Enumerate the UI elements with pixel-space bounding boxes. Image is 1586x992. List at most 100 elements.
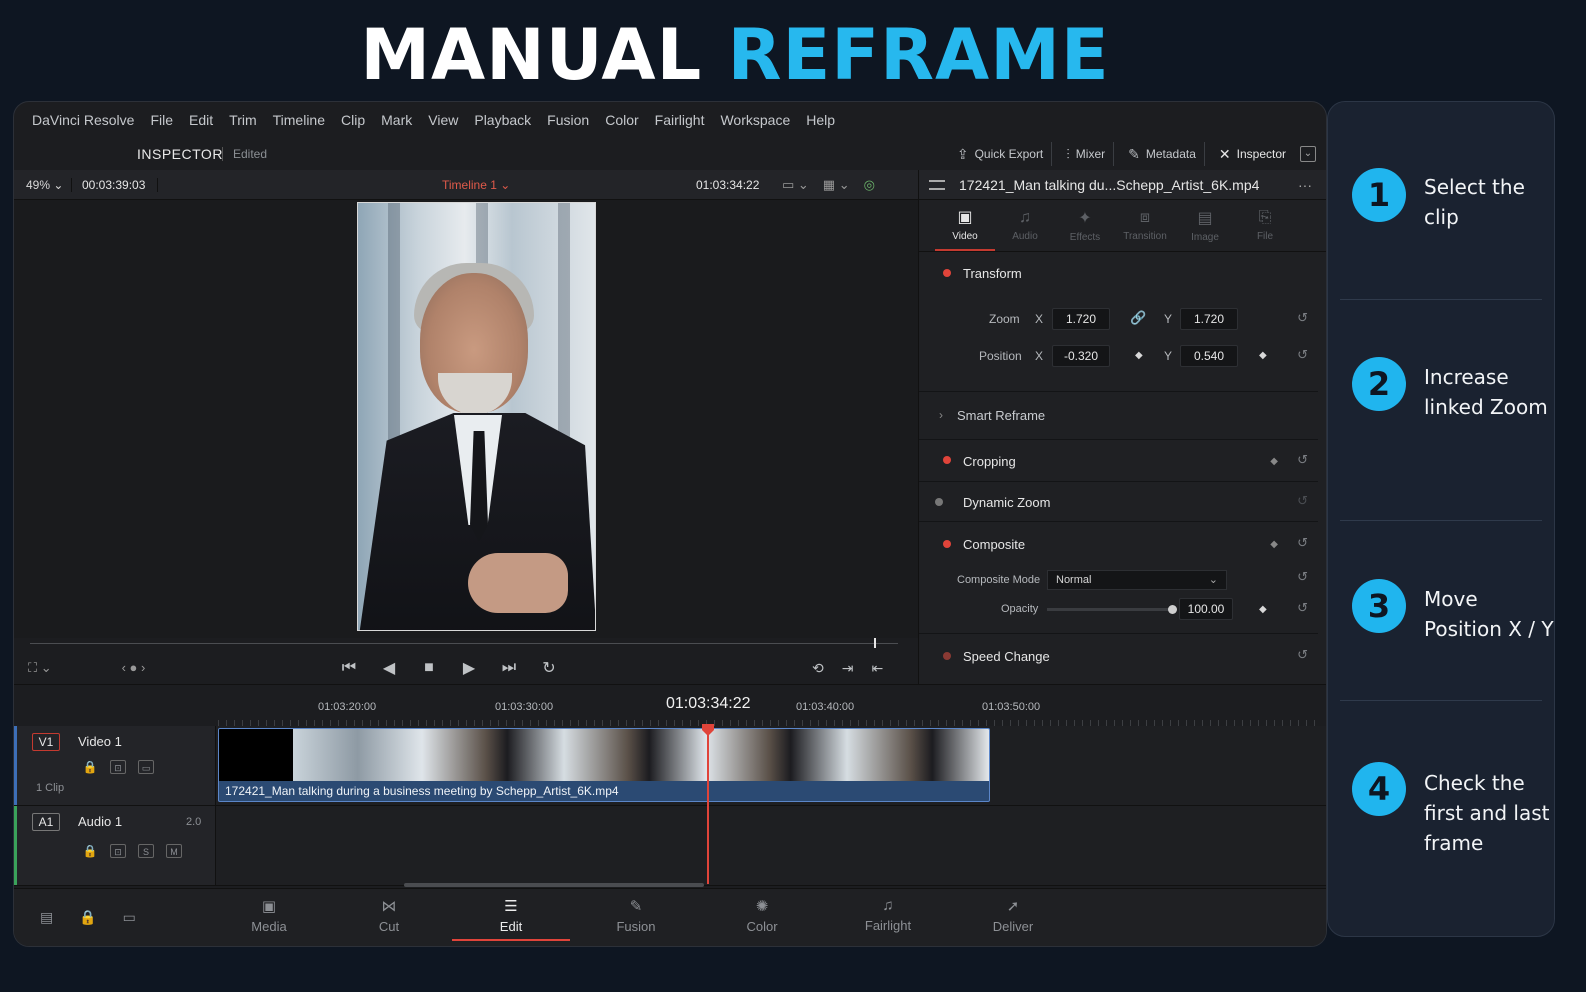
lock-icon[interactable]: 🔒 xyxy=(82,844,98,858)
menu-playback[interactable]: Playback xyxy=(474,112,531,128)
speed-change-reset-icon[interactable]: ↺ xyxy=(1297,647,1308,663)
opacity-field[interactable]: 100.00 xyxy=(1179,598,1233,620)
viewer-scrubber[interactable] xyxy=(14,638,918,648)
keyframe-icon[interactable]: ◆ xyxy=(1270,539,1278,550)
audio-track-id[interactable]: A1 xyxy=(32,813,60,831)
loop-icon[interactable]: ↻ xyxy=(540,658,558,678)
zoom-x-field[interactable]: 1.720 xyxy=(1052,308,1110,330)
keyframe-icon[interactable]: ◆ xyxy=(1259,604,1267,615)
page-media[interactable]: ▣ Media xyxy=(210,897,328,941)
transform-title[interactable]: Transform xyxy=(963,266,1022,281)
color-wheel-icon[interactable]: ◎ xyxy=(864,177,875,193)
menu-color[interactable]: Color xyxy=(605,112,638,128)
zoom-y-field[interactable]: 1.720 xyxy=(1180,308,1238,330)
more-options-icon[interactable]: ··· xyxy=(1298,177,1312,193)
opacity-slider-knob[interactable] xyxy=(1168,605,1177,614)
page-fairlight[interactable]: ♫ Fairlight xyxy=(829,897,947,941)
speed-change-toggle[interactable] xyxy=(943,652,951,660)
smart-reframe-title[interactable]: Smart Reframe xyxy=(957,408,1045,423)
auto-select-icon[interactable]: ⊡ xyxy=(110,844,126,858)
viewer-overlay-icon[interactable]: ▦ ⌄ xyxy=(823,177,850,193)
menu-fusion[interactable]: Fusion xyxy=(547,112,589,128)
tab-file[interactable]: ⎘ File xyxy=(1235,200,1295,251)
next-edit-icon[interactable]: ⇥ xyxy=(842,660,854,677)
timeline-scrollbar[interactable] xyxy=(404,883,704,887)
stop-icon[interactable]: ■ xyxy=(420,659,438,677)
link-icon[interactable]: 🔗 xyxy=(1130,310,1146,326)
prev-edit-icon[interactable]: ⇤ xyxy=(871,660,883,677)
keyframe-icon[interactable]: ◆ xyxy=(1135,350,1143,361)
cropping-enable-toggle[interactable] xyxy=(943,456,951,464)
composite-reset-icon[interactable]: ↺ xyxy=(1297,535,1308,551)
lock-icon[interactable]: 🔒 xyxy=(79,909,96,926)
page-deliver[interactable]: ➚ Deliver xyxy=(954,897,1072,941)
lock-icon[interactable]: 🔒 xyxy=(82,760,98,774)
transform-overlay-icon[interactable]: ⛶ ⌄ xyxy=(28,660,52,676)
jog-icon[interactable]: ‹ ● › xyxy=(122,660,146,676)
tab-image[interactable]: ▤ Image xyxy=(1175,200,1235,251)
opacity-slider[interactable] xyxy=(1047,605,1177,614)
tab-audio[interactable]: ♫ Audio xyxy=(995,200,1055,251)
page-color[interactable]: ✺ Color xyxy=(703,897,821,941)
metadata-button[interactable]: ✎ Metadata xyxy=(1120,142,1205,166)
tab-video[interactable]: ▣ Video xyxy=(935,200,995,251)
menu-workspace[interactable]: Workspace xyxy=(720,112,790,128)
composite-mode-reset-icon[interactable]: ↺ xyxy=(1297,569,1308,585)
mute-button[interactable]: M xyxy=(166,844,182,858)
play-reverse-icon[interactable]: ◀ xyxy=(380,658,398,678)
page-fusion[interactable]: ✎ Fusion xyxy=(577,897,695,941)
page-edit[interactable]: ☰ Edit xyxy=(452,897,570,941)
media-pool-icon[interactable]: ▤ xyxy=(40,909,53,926)
quick-export-button[interactable]: ⇪ Quick Export xyxy=(949,142,1053,166)
position-reset-icon[interactable]: ↺ xyxy=(1297,347,1308,363)
dynamic-zoom-title[interactable]: Dynamic Zoom xyxy=(963,495,1050,510)
chevron-down-icon[interactable]: ⌄ xyxy=(1300,146,1316,162)
menu-file[interactable]: File xyxy=(150,112,173,128)
match-frame-icon[interactable]: ⟲ xyxy=(812,660,824,677)
inspector-button[interactable]: ✕ Inspector xyxy=(1211,142,1294,166)
page-cut[interactable]: ⋈ Cut xyxy=(330,897,448,941)
cropping-title[interactable]: Cropping xyxy=(963,454,1016,469)
speed-change-title[interactable]: Speed Change xyxy=(963,649,1050,664)
composite-title[interactable]: Composite xyxy=(963,537,1025,552)
chevron-right-icon[interactable]: › xyxy=(939,408,943,422)
dynamic-zoom-toggle[interactable] xyxy=(935,498,943,506)
menu-fairlight[interactable]: Fairlight xyxy=(655,112,705,128)
go-to-start-icon[interactable]: ⏮ xyxy=(340,659,358,677)
menu-app[interactable]: DaVinci Resolve xyxy=(32,112,134,128)
menu-mark[interactable]: Mark xyxy=(381,112,412,128)
position-y-field[interactable]: 0.540 xyxy=(1180,345,1238,367)
mixer-button[interactable]: ⫶ Mixer xyxy=(1058,142,1115,166)
menu-help[interactable]: Help xyxy=(806,112,835,128)
cropping-reset-icon[interactable]: ↺ xyxy=(1297,452,1308,468)
menu-timeline[interactable]: Timeline xyxy=(273,112,325,128)
track-visibility-icon[interactable]: ▭ xyxy=(138,760,154,774)
menu-edit[interactable]: Edit xyxy=(189,112,213,128)
tab-effects[interactable]: ✦ Effects xyxy=(1055,200,1115,251)
video-track-id[interactable]: V1 xyxy=(32,733,60,751)
tab-transition[interactable]: ⧈ Transition xyxy=(1115,200,1175,251)
dynamic-zoom-reset-icon[interactable]: ↺ xyxy=(1297,493,1308,509)
transform-enable-toggle[interactable] xyxy=(943,269,951,277)
play-icon[interactable]: ▶ xyxy=(460,658,478,678)
video-viewer[interactable] xyxy=(14,200,918,638)
timeline-ruler[interactable]: 01:03:20:00 01:03:30:00 01:03:34:22 01:0… xyxy=(14,684,1326,726)
timeline-clip[interactable]: 172421_Man talking during a business mee… xyxy=(218,728,990,802)
timeline-select[interactable]: Timeline 1 ⌄ xyxy=(442,178,510,192)
auto-select-icon[interactable]: ⊡ xyxy=(110,760,126,774)
menu-clip[interactable]: Clip xyxy=(341,112,365,128)
composite-enable-toggle[interactable] xyxy=(943,540,951,548)
menu-trim[interactable]: Trim xyxy=(229,112,256,128)
keyframe-icon[interactable]: ◆ xyxy=(1270,456,1278,467)
viewer-zoom-select[interactable]: 49% ⌄ xyxy=(14,177,72,192)
zoom-reset-icon[interactable]: ↺ xyxy=(1297,310,1308,326)
composite-mode-select[interactable]: Normal ⌄ xyxy=(1047,570,1227,590)
scrubber-head[interactable] xyxy=(874,638,876,648)
opacity-reset-icon[interactable]: ↺ xyxy=(1297,600,1308,616)
menu-view[interactable]: View xyxy=(428,112,458,128)
playhead[interactable] xyxy=(707,726,709,884)
viewer-layout-icon[interactable]: ▭ ⌄ xyxy=(782,177,809,193)
go-to-end-icon[interactable]: ⏭ xyxy=(500,659,518,677)
solo-button[interactable]: S xyxy=(138,844,154,858)
position-x-field[interactable]: -0.320 xyxy=(1052,345,1110,367)
